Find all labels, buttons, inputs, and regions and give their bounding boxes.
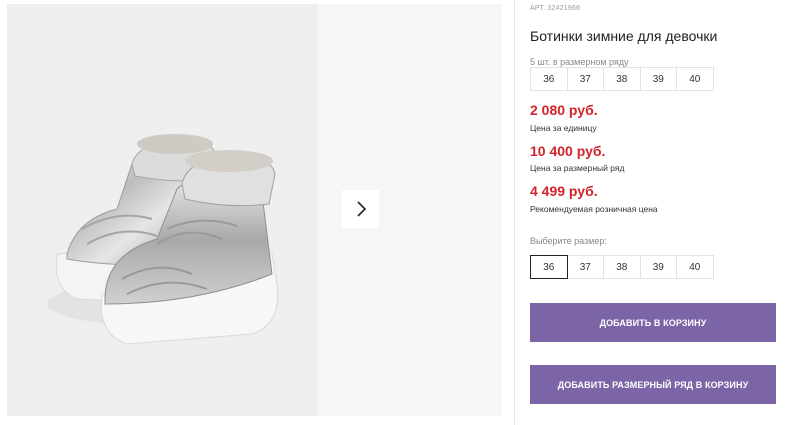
size-option-38[interactable]: 38 bbox=[603, 255, 641, 279]
unit-price-note: Цена за единицу bbox=[530, 123, 597, 133]
pack-price: 10 400 руб. bbox=[530, 143, 606, 159]
size-option-36[interactable]: 36 bbox=[530, 255, 568, 279]
unit-price: 2 080 руб. bbox=[530, 102, 598, 118]
pack-price-note: Цена за размерный ряд bbox=[530, 163, 625, 173]
pack-size-cell: 40 bbox=[676, 67, 714, 91]
boots-image bbox=[47, 134, 279, 345]
product-title: Ботинки зимние для девочки bbox=[530, 28, 718, 44]
size-option-39[interactable]: 39 bbox=[639, 255, 677, 279]
pack-size-row: 36 37 38 39 40 bbox=[530, 67, 714, 91]
pack-size-cell: 38 bbox=[603, 67, 641, 91]
choose-size-label: Выберите размер: bbox=[530, 236, 607, 246]
retail-price: 4 499 руб. bbox=[530, 183, 598, 199]
pack-size-cell: 37 bbox=[566, 67, 604, 91]
product-photo bbox=[7, 4, 318, 416]
pack-size-cell: 39 bbox=[639, 67, 677, 91]
add-pack-to-cart-button[interactable]: ДОБАВИТЬ РАЗМЕРНЫЙ РЯД В КОРЗИНУ bbox=[530, 365, 776, 404]
article-number: АРТ. 32421966 bbox=[530, 5, 581, 12]
size-option-40[interactable]: 40 bbox=[676, 255, 714, 279]
pack-size-cell: 36 bbox=[530, 67, 568, 91]
product-gallery bbox=[0, 0, 502, 416]
column-divider bbox=[514, 0, 515, 425]
add-to-cart-button[interactable]: ДОБАВИТЬ В КОРЗИНУ bbox=[530, 303, 776, 342]
size-selector: 36 37 38 39 40 bbox=[530, 255, 714, 279]
retail-price-note: Рекомендуемая розничная цена bbox=[530, 204, 658, 214]
gallery-next-button[interactable] bbox=[342, 190, 379, 228]
size-option-37[interactable]: 37 bbox=[566, 255, 604, 279]
pack-size-label: 5 шт. в размерном ряду bbox=[530, 57, 629, 67]
chevron-right-icon bbox=[356, 201, 366, 217]
